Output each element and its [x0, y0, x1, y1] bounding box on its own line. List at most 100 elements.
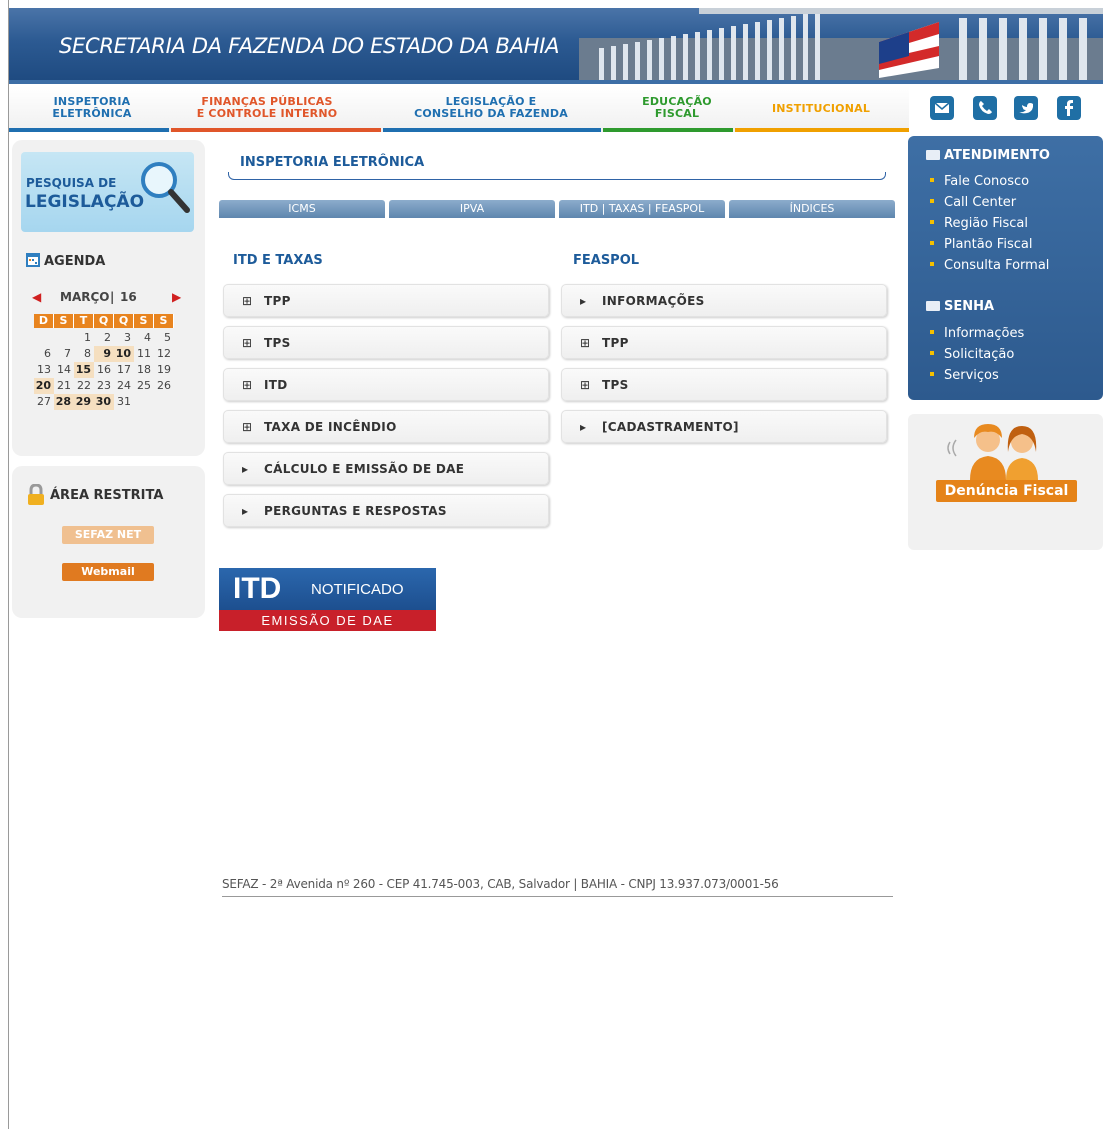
area-restrita-title: ÁREA RESTRITA — [50, 488, 164, 503]
calendar-day — [54, 330, 74, 346]
banner-bottom-strip — [9, 80, 1103, 84]
expand-plus-icon: ⊞ — [242, 420, 253, 434]
lock-icon — [28, 484, 44, 505]
accordion-label: TPS — [602, 378, 629, 392]
nav-financas[interactable]: FINANÇAS PÚBLICAS E CONTROLE INTERNO — [187, 96, 347, 120]
calendar-day[interactable]: 9 — [94, 346, 114, 362]
sidebar-link[interactable]: Fale Conosco — [930, 174, 1029, 189]
sidebar-link[interactable]: Plantão Fiscal — [930, 237, 1032, 252]
calendar-day[interactable]: 19 — [154, 362, 174, 378]
calendar-day[interactable]: 10 — [114, 346, 134, 362]
calendar-day[interactable]: 17 — [114, 362, 134, 378]
calendar-day[interactable]: 20 — [34, 378, 54, 394]
calendar-day[interactable]: 6 — [34, 346, 54, 362]
calendar-day[interactable]: 26 — [154, 378, 174, 394]
accordion-item[interactable]: ▸ INFORMAÇÕES — [561, 284, 887, 317]
agenda-title: AGENDA — [44, 254, 106, 269]
accordion-item[interactable]: ⊞ TPS — [561, 368, 887, 401]
next-month-icon[interactable]: ▶ — [172, 290, 181, 304]
sidebar-link[interactable]: Informações — [930, 326, 1024, 341]
calendar-day[interactable]: 5 — [154, 330, 174, 346]
prev-month-icon[interactable]: ◀ — [32, 290, 41, 304]
facebook-icon[interactable] — [1057, 96, 1081, 120]
calendar-day[interactable]: 27 — [34, 394, 54, 410]
calendar-day[interactable]: 4 — [134, 330, 154, 346]
calendar-day[interactable]: 3 — [114, 330, 134, 346]
legislacao-label: LEGISLAÇÃO — [25, 192, 145, 212]
calendar-day[interactable]: 8 — [74, 346, 94, 362]
accordion-item[interactable]: ⊞ TPS — [223, 326, 549, 359]
calendar-weekdays: DSTQQSS — [34, 314, 174, 328]
accordion-item[interactable]: ⊞ ITD — [223, 368, 549, 401]
accordion-item[interactable]: ⊞ TPP — [561, 326, 887, 359]
tab-indices[interactable]: ÍNDICES — [729, 200, 895, 218]
nav-label-line2: ELETRÔNICA — [52, 107, 132, 120]
nav-inspetoria[interactable]: INSPETORIA ELETRÔNICA — [37, 96, 147, 120]
calendar-day[interactable]: 16 — [94, 362, 114, 378]
nav-underline-institucional — [735, 128, 909, 132]
calendar-day[interactable]: 25 — [134, 378, 154, 394]
denuncia-fiscal-button[interactable]: Denúncia Fiscal — [936, 480, 1077, 502]
calendar-day[interactable]: 7 — [54, 346, 74, 362]
twitter-icon[interactable] — [1014, 96, 1038, 120]
tab-icms[interactable]: ICMS — [219, 200, 385, 218]
calendar-day[interactable]: 18 — [134, 362, 154, 378]
nav-legislacao[interactable]: LEGISLAÇÃO E CONSELHO DA FAZENDA — [395, 96, 587, 120]
bullet-icon — [930, 199, 934, 203]
accordion-item[interactable]: ⊞ TPP — [223, 284, 549, 317]
calendar-year: 16 — [120, 290, 137, 304]
calendar-day[interactable]: 22 — [74, 378, 94, 394]
bullet-icon — [930, 241, 934, 245]
calendar-day[interactable]: 1 — [74, 330, 94, 346]
calendar-icon — [26, 253, 40, 267]
arrow-right-icon: ▸ — [242, 504, 249, 518]
atendimento-title: ATENDIMENTO — [944, 148, 1050, 163]
banner-title: SECRETARIA DA FAZENDA DO ESTADO DA BAHIA — [59, 34, 560, 58]
calendar-day[interactable]: 2 — [94, 330, 114, 346]
accordion-item[interactable]: ▸ CÁLCULO E EMISSÃO DE DAE — [223, 452, 549, 485]
accordion-label: TPP — [602, 336, 629, 350]
calendar-day[interactable]: 23 — [94, 378, 114, 394]
calendar-day[interactable]: 14 — [54, 362, 74, 378]
email-icon[interactable] — [930, 96, 954, 120]
accordion-item[interactable]: ⊞ TAXA DE INCÊNDIO — [223, 410, 549, 443]
webmail-button[interactable]: Webmail — [62, 563, 154, 581]
nav-institucional[interactable]: INSTITUCIONAL — [745, 103, 897, 115]
sidebar-link[interactable]: Solicitação — [930, 347, 1014, 362]
calendar-day[interactable]: 12 — [154, 346, 174, 362]
bullet-icon — [930, 351, 934, 355]
arrow-right-icon: ▸ — [580, 420, 587, 434]
calendar-weekday: Q — [94, 314, 114, 328]
calendar-day[interactable]: 31 — [114, 394, 134, 410]
nav-educacao[interactable]: EDUCAÇÃO FISCAL — [615, 96, 739, 120]
itd-notificado-banner[interactable]: ITD NOTIFICADO EMISSÃO DE DAE — [219, 568, 436, 631]
nav-underline-financas — [171, 128, 381, 132]
tab-ipva[interactable]: IPVA — [389, 200, 555, 218]
right-panel-atendimento: ATENDIMENTO Fale Conosco Call Center Regiã… — [908, 136, 1103, 400]
accordion-item[interactable]: ▸ [CADASTRAMENTO] — [561, 410, 887, 443]
nav-underline-inspetoria — [9, 128, 169, 132]
sefaz-net-button[interactable]: SEFAZ NET — [62, 526, 154, 544]
tab-itd-taxas-feaspol[interactable]: ITD | TAXAS | FEASPOL — [559, 200, 725, 218]
calendar-day[interactable]: 11 — [134, 346, 154, 362]
senha-heading: SENHA — [926, 299, 994, 314]
sidebar-link[interactable]: Serviços — [930, 368, 999, 383]
calendar-day[interactable]: 21 — [54, 378, 74, 394]
calendar-day[interactable]: 30 — [94, 394, 114, 410]
expand-plus-icon: ⊞ — [242, 378, 253, 392]
calendar-day[interactable]: 24 — [114, 378, 134, 394]
sidebar-link[interactable]: Call Center — [930, 195, 1016, 210]
sidebar-link[interactable]: Consulta Formal — [930, 258, 1049, 273]
accordion-item[interactable]: ▸ PERGUNTAS E RESPOSTAS — [223, 494, 549, 527]
pesquisa-legislacao-button[interactable]: PESQUISA DE LEGISLAÇÃO — [21, 152, 194, 232]
calendar-day[interactable]: 28 — [54, 394, 74, 410]
sidebar-link-label: Consulta Formal — [944, 258, 1050, 273]
phone-icon[interactable] — [973, 96, 997, 120]
calendar-weekday: S — [154, 314, 174, 328]
sidebar-link[interactable]: Região Fiscal — [930, 216, 1028, 231]
calendar-day[interactable]: 13 — [34, 362, 54, 378]
calendar-day[interactable]: 15 — [74, 362, 94, 378]
calendar-day[interactable]: 29 — [74, 394, 94, 410]
expand-plus-icon: ⊞ — [242, 336, 253, 350]
nav-label-line1: INSTITUCIONAL — [771, 102, 871, 115]
